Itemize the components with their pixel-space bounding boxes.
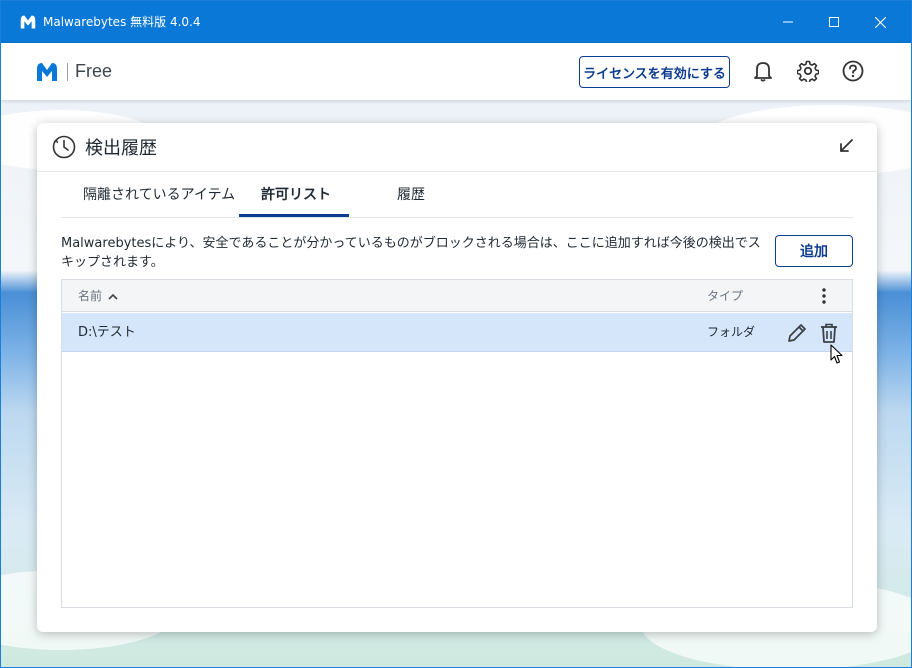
sort-ascending-icon (108, 293, 118, 300)
malwarebytes-logo-icon (37, 63, 57, 81)
column-header-type[interactable]: タイプ (707, 288, 743, 304)
edition-label: Free (75, 61, 113, 81)
allow-list-description: Malwarebytesにより、安全であることが分かっているものがブロックされる… (61, 236, 761, 270)
help-button[interactable] (841, 59, 865, 83)
mouse-cursor-icon (830, 344, 843, 364)
table-header: 名前 タイプ (62, 280, 852, 312)
row-name: D:\テスト (78, 325, 136, 340)
bell-icon (754, 62, 772, 82)
pencil-icon[interactable] (786, 322, 808, 344)
column-header-name-label: 名前 (78, 289, 103, 303)
row-type: フォルダ (707, 325, 756, 339)
panel-title: 検出履歴 (85, 138, 157, 159)
history-clock-icon (52, 135, 76, 159)
table-options-button[interactable] (818, 286, 830, 306)
active-tab-indicator (239, 214, 349, 217)
detection-history-panel: 検出履歴 隔離されているアイテム 許可リスト 履歴 Malwarebytesによ… (37, 123, 877, 632)
tab-bar: 隔離されているアイテム 許可リスト 履歴 (61, 172, 853, 218)
add-button[interactable]: 追加 (775, 235, 853, 267)
allow-list-table: 名前 タイプ D:\テスト フォルダ (61, 279, 853, 608)
collapse-panel-icon[interactable] (837, 137, 855, 155)
app-header: Free ライセンスを有効にする (1, 43, 911, 100)
close-icon (874, 16, 886, 28)
window-title: Malwarebytes 無料版 4.0.4 (43, 15, 201, 29)
malwarebytes-logo-icon (20, 15, 36, 29)
activate-license-button[interactable]: ライセンスを有効にする (579, 56, 730, 88)
minimize-icon (783, 21, 793, 23)
app-window: Malwarebytes 無料版 4.0.4 Free ライセンスを有効にする (0, 0, 912, 668)
more-vertical-icon (822, 288, 826, 304)
tab-quarantine[interactable]: 隔離されているアイテム (83, 172, 235, 218)
help-icon (842, 60, 864, 82)
close-button[interactable] (857, 1, 903, 43)
logo-separator (67, 63, 68, 81)
tab-allow-list[interactable]: 許可リスト (261, 172, 331, 218)
trash-icon[interactable] (818, 322, 840, 344)
maximize-button[interactable] (811, 1, 857, 43)
maximize-icon (829, 17, 839, 27)
minimize-button[interactable] (765, 1, 811, 43)
table-row[interactable]: D:\テスト フォルダ (62, 313, 852, 352)
settings-button[interactable] (796, 59, 820, 83)
gear-icon (797, 60, 819, 82)
title-bar[interactable]: Malwarebytes 無料版 4.0.4 (1, 1, 911, 43)
notifications-button[interactable] (751, 59, 775, 83)
column-header-name[interactable]: 名前 (78, 288, 118, 304)
tab-history[interactable]: 履歴 (397, 172, 425, 218)
